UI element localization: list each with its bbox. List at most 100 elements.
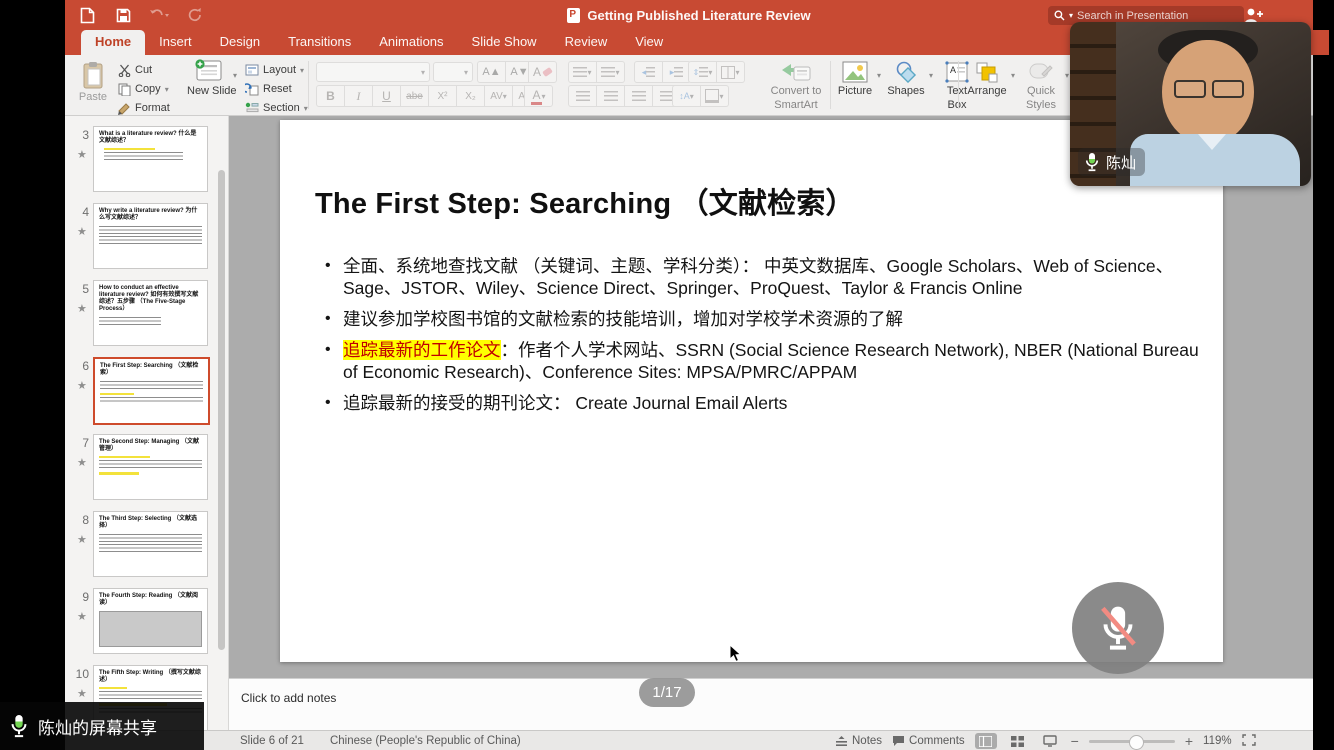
arrange-icon	[975, 61, 999, 83]
slide-position-label: Slide 6 of 21	[240, 735, 304, 747]
search-scope-chevron-icon: ▾	[1069, 11, 1073, 20]
bullet-item: 建议参加学校图书馆的文献检索的技能培训，增加对学校学术资源的了解	[320, 308, 1205, 330]
thumbnail-slide-4[interactable]: 4 ★ Why write a literature review? 为什么写文…	[65, 203, 228, 271]
picture-button[interactable]: Picture	[835, 61, 875, 97]
normal-view-button[interactable]	[975, 733, 997, 749]
align-text-icon	[705, 89, 719, 103]
new-slide-button[interactable]: New Slide	[187, 59, 231, 97]
mic-active-icon	[8, 713, 30, 739]
notes-pane[interactable]: Click to add notes	[229, 678, 1313, 731]
align-left-button[interactable]	[568, 85, 597, 107]
tab-animations[interactable]: Animations	[365, 30, 457, 55]
status-bar: Slide 6 of 21 Chinese (People's Republic…	[65, 730, 1313, 750]
zoom-in-button[interactable]: +	[1185, 733, 1193, 749]
convert-smartart-button[interactable]: Convert to SmartArt	[763, 63, 829, 111]
arrange-button[interactable]: Arrange	[965, 61, 1009, 97]
shapes-chevron-icon[interactable]: ▾	[929, 71, 933, 80]
tab-transitions[interactable]: Transitions	[274, 30, 365, 55]
slide-number: 5	[71, 282, 89, 296]
numbered-list-button[interactable]: ▾	[597, 61, 625, 83]
notes-placeholder: Click to add notes	[241, 691, 336, 705]
tab-review[interactable]: Review	[551, 30, 622, 55]
copy-button[interactable]: Copy▾	[118, 80, 169, 98]
slide-thumbnail-panel: 3 ★ What is a literature review? 什么是文献综述…	[65, 116, 229, 730]
current-slide[interactable]: The First Step: Searching （文献检索） 全面、系统地查…	[280, 120, 1223, 662]
character-spacing-button[interactable]: AV▾	[485, 85, 513, 107]
glasses-icon	[1174, 80, 1244, 98]
strikethrough-button[interactable]: abe	[401, 85, 429, 107]
thumbnail-slide-7[interactable]: 7 ★ The Second Step: Managing （文献管理）	[65, 434, 228, 502]
ppt-doc-icon: P	[567, 8, 580, 23]
mute-button[interactable]	[1072, 582, 1164, 674]
format-painter-button[interactable]: Format	[118, 99, 170, 117]
mic-muted-icon	[1096, 603, 1140, 653]
reset-icon	[245, 83, 259, 96]
participant-video[interactable]: 陈灿	[1070, 22, 1311, 186]
thumb-title: The First Step: Searching （文献检索）	[95, 359, 208, 379]
indent-group: ◂ ▸	[634, 61, 691, 83]
notes-toggle[interactable]: Notes	[835, 735, 882, 747]
fit-slide-button[interactable]	[1242, 734, 1256, 749]
text-direction-button[interactable]: ↕A▾	[672, 85, 701, 107]
bullet-list-button[interactable]: ▾	[568, 61, 597, 83]
increase-font-button[interactable]: A▲	[477, 61, 506, 83]
italic-button[interactable]: I	[345, 85, 373, 107]
comments-icon	[892, 735, 905, 747]
quick-styles-icon	[1028, 61, 1054, 83]
tab-home[interactable]: Home	[81, 30, 145, 55]
thumbnail-slide-8[interactable]: 8 ★ The Third Step: Selecting （文献选择）	[65, 511, 228, 579]
paste-button[interactable]: Paste	[75, 61, 111, 103]
svg-text:A: A	[950, 65, 956, 75]
thumbnail-slide-9[interactable]: 9 ★ The Fourth Step: Reading （文献阅读）	[65, 588, 228, 656]
decrease-indent-button[interactable]: ◂	[634, 61, 663, 83]
shapes-button[interactable]: Shapes	[885, 61, 927, 97]
quick-styles-button[interactable]: Quick Styles	[1019, 61, 1063, 111]
align-text-button[interactable]: ▾	[701, 85, 729, 107]
font-name-select[interactable]: ▾	[316, 62, 430, 82]
new-slide-chevron-icon[interactable]: ▾	[233, 71, 237, 80]
arrange-chevron-icon[interactable]: ▾	[1011, 71, 1015, 80]
underline-button[interactable]: U	[373, 85, 401, 107]
thumbnail-scrollbar[interactable]	[218, 170, 225, 650]
thumbnail-slide-6-selected[interactable]: 6 ★ The First Step: Searching （文献检索）	[65, 357, 228, 425]
tab-design[interactable]: Design	[206, 30, 274, 55]
bullet-item: 追踪最新的接受的期刊论文： Create Journal Email Alert…	[320, 392, 1205, 414]
tab-slide-show[interactable]: Slide Show	[458, 30, 551, 55]
superscript-button[interactable]: X²	[429, 85, 457, 107]
picture-icon	[842, 61, 868, 83]
align-right-button[interactable]	[625, 85, 653, 107]
align-center-button[interactable]	[597, 85, 625, 107]
thumbnail-slide-5[interactable]: 5 ★ How to conduct an effective literatu…	[65, 280, 228, 348]
section-button[interactable]: Section▾	[245, 99, 308, 117]
mic-active-icon	[1083, 151, 1101, 173]
animation-star-icon: ★	[77, 302, 87, 315]
zoom-out-button[interactable]: −	[1071, 733, 1079, 749]
picture-chevron-icon[interactable]: ▾	[877, 71, 881, 80]
animation-star-icon: ★	[77, 225, 87, 238]
slide-sorter-view-button[interactable]	[1007, 733, 1029, 749]
slideshow-view-button[interactable]	[1039, 733, 1061, 749]
text-direction-group: ↕A▾ ▾	[672, 85, 729, 107]
comments-toggle[interactable]: Comments	[892, 735, 965, 747]
columns-button[interactable]: ▾	[717, 61, 745, 83]
format-brush-icon	[118, 102, 131, 115]
tab-view[interactable]: View	[621, 30, 677, 55]
clear-formatting-button[interactable]: A	[528, 61, 557, 83]
language-label[interactable]: Chinese (People's Republic of China)	[330, 735, 521, 747]
subscript-button[interactable]: X₂	[457, 85, 485, 107]
increase-indent-button[interactable]: ▸	[663, 61, 691, 83]
layout-button[interactable]: Layout▾	[245, 61, 304, 79]
quick-styles-chevron-icon[interactable]: ▾	[1065, 71, 1069, 80]
cut-button[interactable]: Cut	[118, 61, 152, 79]
zoom-slider-thumb[interactable]	[1129, 735, 1144, 750]
thumbnail-slide-3[interactable]: 3 ★ What is a literature review? 什么是文献综述…	[65, 126, 228, 194]
slide-number: 7	[71, 436, 89, 450]
columns-icon	[721, 66, 735, 79]
font-size-select[interactable]: ▾	[433, 62, 473, 82]
bold-button[interactable]: B	[316, 85, 345, 107]
font-color-button[interactable]: A▾	[524, 85, 553, 107]
tab-insert[interactable]: Insert	[145, 30, 206, 55]
reset-button[interactable]: Reset	[245, 80, 292, 98]
line-spacing-button[interactable]: ⇕▾	[688, 61, 717, 83]
zoom-slider[interactable]	[1089, 740, 1175, 743]
